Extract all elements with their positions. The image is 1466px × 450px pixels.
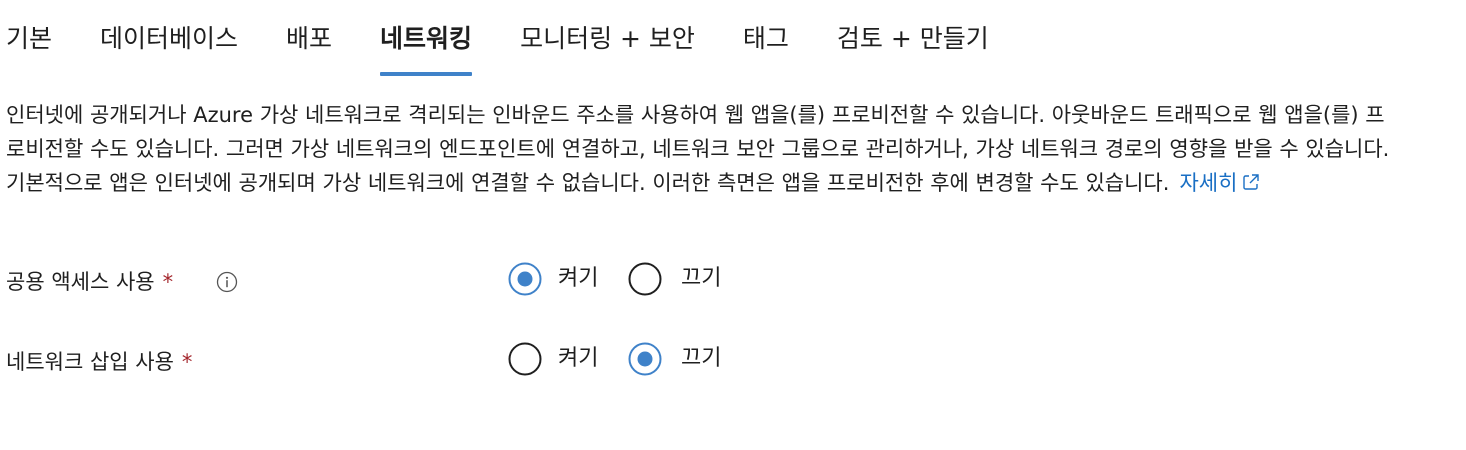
tab-label: 태그 — [742, 24, 789, 53]
external-link-icon — [1243, 174, 1260, 190]
tab-tags[interactable]: 태그 — [743, 0, 789, 78]
network-injection-on-label: 켜기 — [558, 346, 599, 371]
required-mark: * — [162, 270, 174, 294]
public-access-on-radio[interactable] — [508, 262, 542, 296]
info-icon[interactable] — [216, 271, 238, 293]
tab-bar: 기본 데이터베이스 배포 네트워킹 모니터링 + 보안 태그 검토 + 만들기 — [0, 0, 1037, 78]
tab-label: 기본 — [6, 24, 53, 53]
public-access-row: 공용 액세스 사용 * 켜기 끄기 — [6, 262, 1006, 302]
tab-monitoring-security[interactable]: 모니터링 + 보안 — [520, 0, 695, 78]
tab-label: 데이터베이스 — [100, 24, 239, 53]
learn-more-label: 자세히 — [1179, 171, 1238, 195]
tab-label: 배포 — [286, 24, 333, 53]
network-injection-on-radio[interactable] — [508, 342, 542, 376]
tab-database[interactable]: 데이터베이스 — [100, 0, 238, 78]
network-injection-off-radio[interactable] — [628, 342, 662, 376]
tab-networking[interactable]: 네트워킹 — [380, 0, 473, 78]
active-tab-indicator — [380, 72, 473, 76]
tab-label: 모니터링 + 보안 — [520, 24, 695, 53]
network-injection-label-text: 네트워크 삽입 사용 — [6, 350, 174, 374]
public-access-off-radio[interactable] — [628, 262, 662, 296]
tab-deployment[interactable]: 배포 — [286, 0, 332, 78]
public-access-label-text: 공용 액세스 사용 — [6, 270, 155, 294]
networking-description: 인터넷에 공개되거나 Azure 가상 네트워크로 격리되는 인바운드 주소를 … — [6, 98, 1396, 200]
public-access-off-label: 끄기 — [681, 266, 722, 291]
tab-basics[interactable]: 기본 — [6, 0, 52, 78]
tab-review-create[interactable]: 검토 + 만들기 — [837, 0, 989, 78]
public-access-on-label: 켜기 — [558, 266, 599, 291]
network-injection-label: 네트워크 삽입 사용 * — [6, 350, 192, 374]
public-access-label: 공용 액세스 사용 * — [6, 270, 173, 294]
tab-label: 네트워킹 — [380, 24, 473, 53]
network-injection-off-label: 끄기 — [681, 346, 722, 371]
learn-more-link[interactable]: 자세히 — [1179, 171, 1261, 195]
required-mark: * — [181, 350, 193, 374]
tab-label: 검토 + 만들기 — [836, 24, 989, 53]
network-injection-row: 네트워크 삽입 사용 * 켜기 끄기 — [6, 342, 1006, 382]
